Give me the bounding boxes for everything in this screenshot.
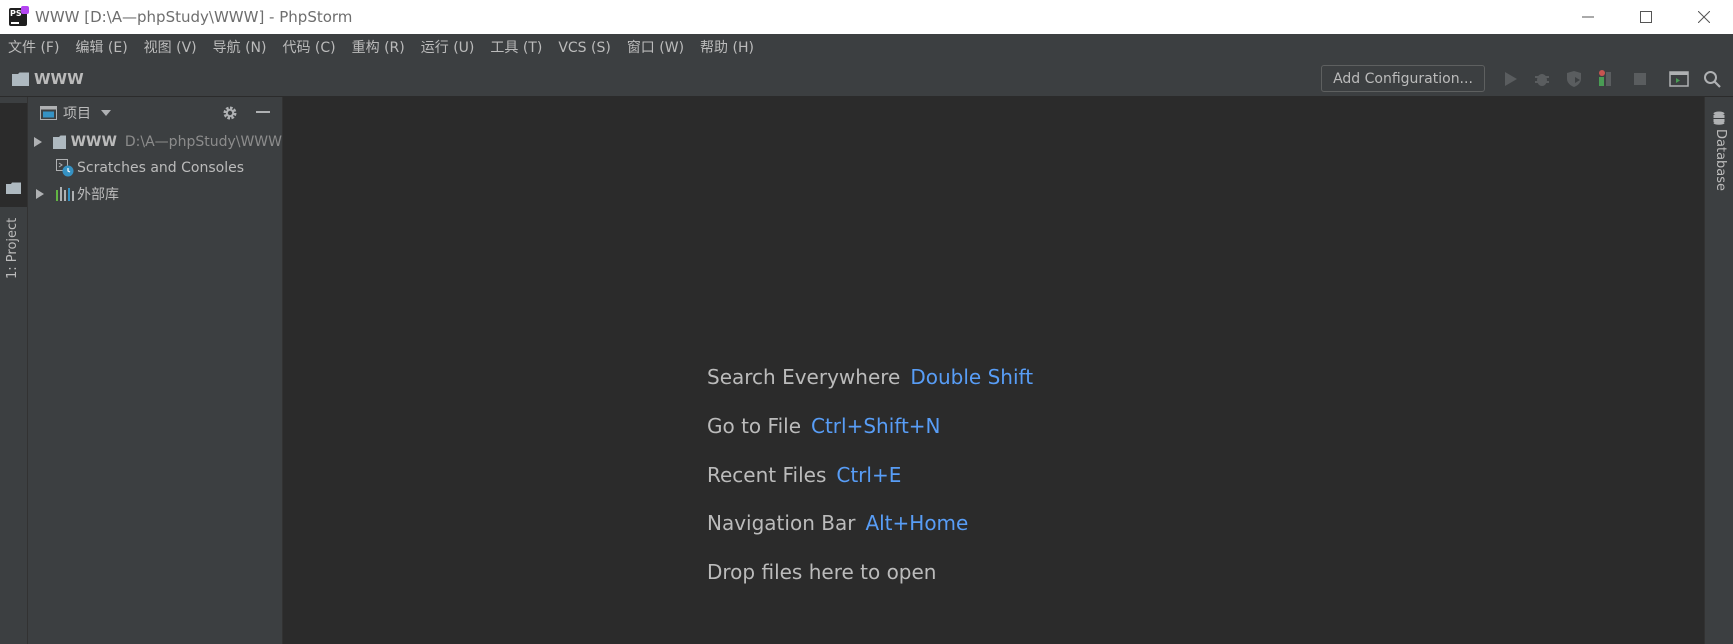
- hide-panel-icon[interactable]: [256, 111, 270, 115]
- hint-label: Search Everywhere: [707, 365, 901, 389]
- menu-edit[interactable]: 编辑 (E): [67, 34, 135, 62]
- search-everywhere-button[interactable]: [1702, 69, 1722, 89]
- project-panel-header: 项目: [28, 97, 282, 129]
- tree-item-path: D:\A—phpStudy\WWW: [124, 134, 282, 150]
- database-tab-label: Database: [1713, 129, 1728, 192]
- window-title: WWW [D:\A—phpStudy\WWW] - PhpStorm: [35, 8, 353, 26]
- tree-item-label: WWW: [70, 134, 117, 150]
- phpstorm-logo-icon: PS: [9, 6, 29, 26]
- menu-vcs[interactable]: VCS (S): [550, 34, 619, 62]
- stop-icon: [1634, 73, 1646, 85]
- chevron-down-icon[interactable]: [101, 110, 111, 116]
- project-view-icon: [40, 106, 57, 120]
- database-tool-window-tab[interactable]: Database: [1705, 105, 1733, 195]
- maximize-icon: [1640, 11, 1652, 23]
- title-bar: PS WWW [D:\A—phpStudy\WWW] - PhpStorm: [0, 0, 1733, 34]
- hint-label: Recent Files: [707, 463, 827, 487]
- project-tool-window-tab[interactable]: 1: Project: [0, 103, 27, 279]
- debug-button[interactable]: [1532, 69, 1552, 89]
- profile-button[interactable]: [1596, 69, 1616, 89]
- maximize-button[interactable]: [1617, 0, 1675, 34]
- hint-shortcut: Double Shift: [910, 365, 1034, 389]
- tree-item-www[interactable]: WWW D:\A—phpStudy\WWW: [28, 129, 282, 155]
- folder-icon: [6, 182, 21, 194]
- stop-button[interactable]: [1630, 69, 1650, 89]
- breadcrumb-project[interactable]: WWW: [12, 70, 84, 88]
- search-icon: [1704, 71, 1721, 88]
- project-panel: 项目 WWW D:\A—phpStudy\WWW Scratches and C…: [28, 97, 283, 644]
- hint-drop-files: Drop files here to open: [707, 560, 936, 584]
- menu-run[interactable]: 运行 (U): [413, 34, 483, 62]
- scratches-icon: [56, 159, 74, 177]
- close-icon: [1698, 11, 1710, 23]
- hint-shortcut: Ctrl+E: [836, 463, 902, 487]
- project-view-selector[interactable]: 项目: [63, 103, 91, 123]
- menu-refactor[interactable]: 重构 (R): [344, 34, 413, 62]
- tree-item-label: Scratches and Consoles: [77, 160, 244, 176]
- hint-shortcut: Ctrl+Shift+N: [811, 414, 941, 438]
- close-button[interactable]: [1675, 0, 1733, 34]
- menu-navigate[interactable]: 导航 (N): [205, 34, 275, 62]
- debug-icon: [1535, 74, 1549, 86]
- coverage-icon: [1567, 71, 1581, 87]
- coverage-button[interactable]: [1564, 69, 1584, 89]
- hint-label: Drop files here to open: [707, 560, 937, 584]
- hint-search-everywhere: Search Everywhere Double Shift: [707, 365, 1033, 389]
- profile-icon: [1599, 70, 1611, 86]
- hint-navigation-bar: Navigation Bar Alt+Home: [707, 511, 968, 535]
- expand-arrow-icon[interactable]: [33, 187, 47, 201]
- hint-label: Go to File: [707, 414, 801, 438]
- project-tab-label: 1: Project: [5, 217, 20, 279]
- breadcrumb-label: WWW: [34, 70, 84, 88]
- hint-recent-files: Recent Files Ctrl+E: [707, 463, 901, 487]
- hint-go-to-file: Go to File Ctrl+Shift+N: [707, 414, 941, 438]
- folder-icon: [52, 135, 66, 149]
- editor-area[interactable]: Search Everywhere Double Shift Go to File…: [283, 97, 1704, 644]
- menu-code[interactable]: 代码 (C): [274, 34, 343, 62]
- add-configuration-button[interactable]: Add Configuration...: [1321, 65, 1485, 92]
- menu-view[interactable]: 视图 (V): [136, 34, 205, 62]
- right-tool-stripe: Database: [1704, 97, 1733, 644]
- database-icon: [1713, 111, 1725, 125]
- menu-tools[interactable]: 工具 (T): [482, 34, 550, 62]
- terminal-icon: [1669, 71, 1689, 87]
- expand-arrow-icon[interactable]: [33, 135, 44, 149]
- run-icon: [1505, 72, 1517, 86]
- hint-shortcut: Alt+Home: [865, 511, 969, 535]
- run-button[interactable]: [1501, 69, 1521, 89]
- menu-window[interactable]: 窗口 (W): [619, 34, 692, 62]
- hint-label: Navigation Bar: [707, 511, 856, 535]
- gear-icon[interactable]: [222, 105, 238, 121]
- tree-item-external-libraries[interactable]: 外部库: [28, 181, 282, 207]
- minimize-icon: [1582, 16, 1594, 18]
- folder-icon: [12, 72, 29, 86]
- menu-bar: 文件 (F) 编辑 (E) 视图 (V) 导航 (N) 代码 (C) 重构 (R…: [0, 34, 1733, 63]
- terminal-button[interactable]: [1669, 69, 1689, 89]
- library-icon: [56, 187, 74, 201]
- tree-item-label: 外部库: [77, 187, 119, 203]
- menu-help[interactable]: 帮助 (H): [692, 34, 762, 62]
- minimize-button[interactable]: [1559, 0, 1617, 34]
- menu-file[interactable]: 文件 (F): [0, 34, 67, 62]
- tree-item-scratches[interactable]: Scratches and Consoles: [28, 155, 282, 181]
